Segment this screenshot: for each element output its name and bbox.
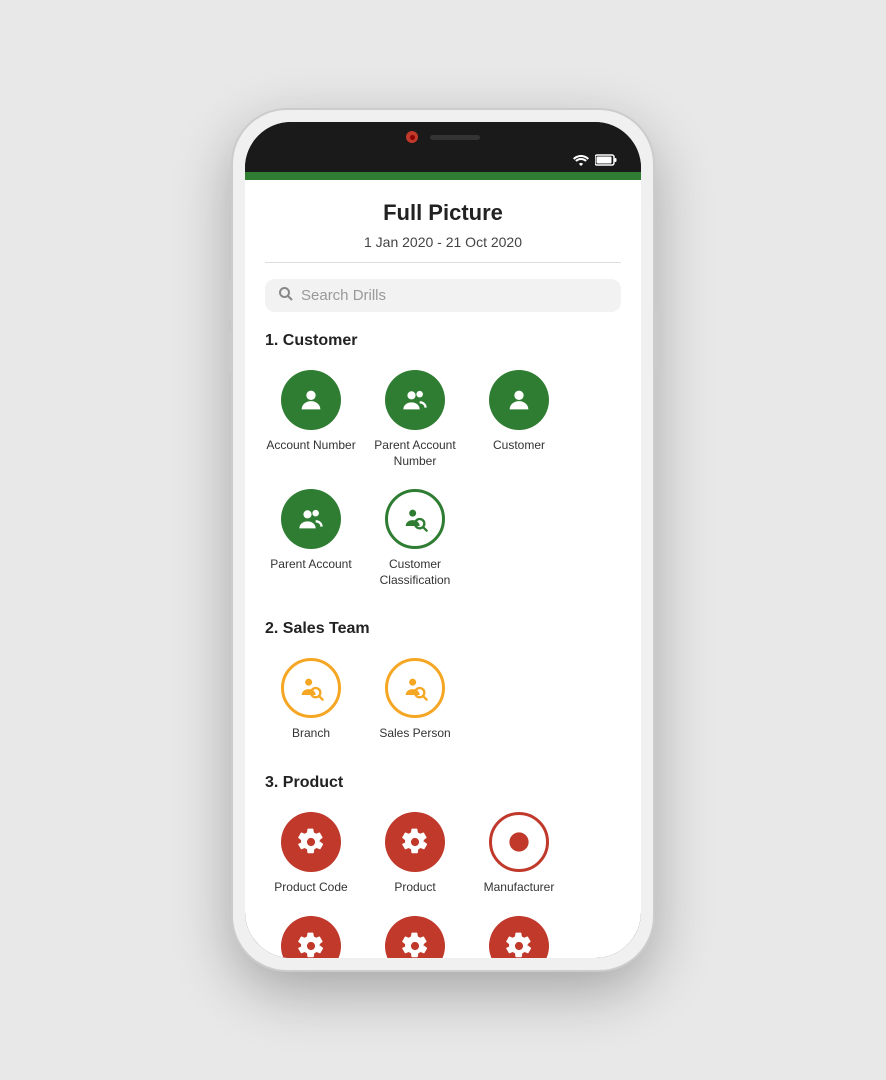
product-grid: Product Code Product [245,804,641,958]
product-sub-1-gear-icon [297,932,325,958]
drill-product-sub-2[interactable]: 2 [365,908,465,958]
section-customer: 1. Customer Account Number [245,324,641,612]
status-icons [573,154,617,166]
drill-sales-person[interactable]: Sales Person [365,650,465,750]
power-button [653,310,657,370]
search-placeholder: Search Drills [301,287,386,304]
search-container[interactable]: Search Drills [245,263,641,324]
drill-product-code[interactable]: Product Code [261,804,361,904]
product-icon-circle [385,812,445,872]
search-box[interactable]: Search Drills [265,279,621,312]
manufacturer-label: Manufacturer [484,880,555,896]
customer-classification-icon-circle [385,489,445,549]
section-sales-team: 2. Sales Team Branch [245,612,641,766]
parent-account-number-icon-circle [385,370,445,430]
branch-icon [297,674,325,702]
product-sub-2-gear-icon [401,932,429,958]
drill-product-sub-3[interactable]: 3 [469,908,569,958]
product-sub-3-gear-icon [505,932,533,958]
gear-icon [297,828,325,856]
customer-grid: Account Number Parent Acco [245,362,641,612]
drill-customer[interactable]: Customer [469,362,569,477]
sales-person-icon [401,674,429,702]
section-product-label: 3. Product [245,766,641,804]
customer-person-icon [505,386,533,414]
app-title: Full Picture [245,180,641,234]
drill-product-sub-1[interactable]: 1 [261,908,361,958]
parent-account-icon-circle [281,489,341,549]
product-sub-2-icon-circle: 2 [385,916,445,958]
person-icon [297,386,325,414]
search-person-icon [401,505,429,533]
wifi-icon [573,154,589,166]
sales-person-icon-circle [385,658,445,718]
vol-up-button [229,280,233,320]
app-content[interactable]: Full Picture 1 Jan 2020 - 21 Oct 2020 Se… [245,180,641,958]
manufacturer-icon [505,828,533,856]
section-customer-label: 1. Customer [245,324,641,362]
section-product: 3. Product Product Code [245,766,641,958]
vol-down-button [229,332,233,372]
drill-manufacturer[interactable]: Manufacturer [469,804,569,904]
section-sales-team-label: 2. Sales Team [245,612,641,650]
notch [368,122,518,152]
customer-icon-circle [489,370,549,430]
product-sub-1-icon-circle: 1 [281,916,341,958]
customer-label: Customer [493,438,545,454]
search-icon [279,287,293,304]
product-gear-icon [401,828,429,856]
date-range: 1 Jan 2020 - 21 Oct 2020 [265,234,621,263]
product-sub-3-icon-circle: 3 [489,916,549,958]
status-bar [245,122,641,172]
camera-icon [406,131,418,143]
drill-customer-classification[interactable]: Customer Classification [365,481,465,596]
drill-parent-account-number[interactable]: Parent Account Number [365,362,465,477]
product-code-label: Product Code [274,880,347,896]
parent-account-number-label: Parent Account Number [369,438,461,469]
manufacturer-icon-circle [489,812,549,872]
product-code-icon-circle [281,812,341,872]
speaker [430,135,480,140]
phone-screen: Full Picture 1 Jan 2020 - 21 Oct 2020 Se… [245,122,641,958]
account-number-label: Account Number [266,438,355,454]
drill-account-number[interactable]: Account Number [261,362,361,477]
group-icon [401,386,429,414]
sales-team-grid: Branch Sales Person [245,650,641,766]
phone-frame: Full Picture 1 Jan 2020 - 21 Oct 2020 Se… [233,110,653,970]
branch-icon-circle [281,658,341,718]
branch-label: Branch [292,726,330,742]
drill-parent-account[interactable]: Parent Account [261,481,361,596]
account-number-icon-circle [281,370,341,430]
battery-icon [595,154,617,166]
product-label: Product [394,880,435,896]
drill-product[interactable]: Product [365,804,465,904]
parent-account-label: Parent Account [270,557,351,573]
customer-classification-label: Customer Classification [369,557,461,588]
green-band [245,172,641,180]
drill-branch[interactable]: Branch [261,650,361,750]
sales-person-label: Sales Person [379,726,450,742]
parent-account-group-icon [297,505,325,533]
